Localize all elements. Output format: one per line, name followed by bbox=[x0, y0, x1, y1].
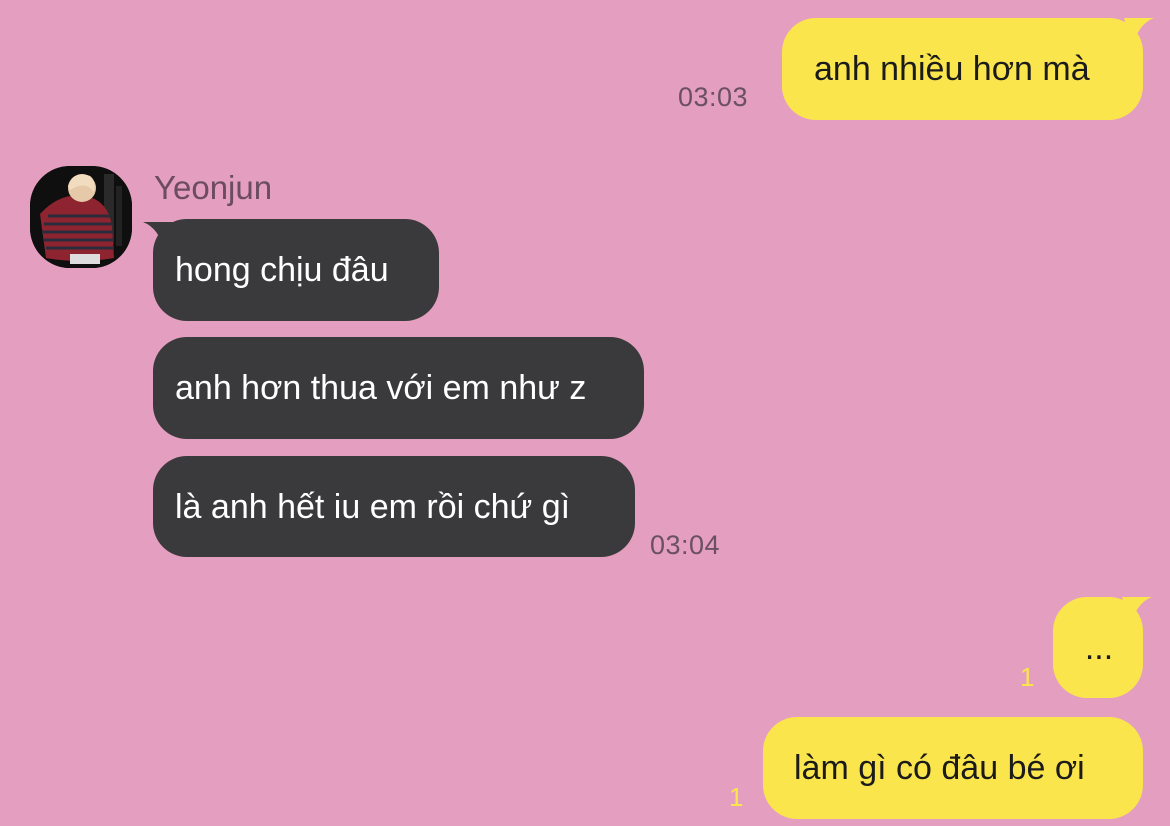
avatar-photo-icon bbox=[30, 166, 132, 268]
sender-name: Yeonjun bbox=[154, 169, 273, 206]
message-text: anh nhiều hơn mà bbox=[814, 50, 1090, 88]
chat-transcript[interactable]: anh nhiều hơn mà 03:03 Yeonjun hong chịu… bbox=[0, 0, 1170, 826]
their-message-bubble[interactable]: hong chịu đâu bbox=[153, 219, 439, 321]
message-timestamp: 03:03 bbox=[678, 82, 749, 112]
their-message-bubble[interactable]: là anh hết iu em rồi chứ gì bbox=[153, 456, 635, 557]
unread-count: 1 bbox=[729, 782, 744, 812]
message-text: là anh hết iu em rồi chứ gì bbox=[175, 487, 571, 526]
message-text: ... bbox=[1084, 628, 1114, 667]
message-text: làm gì có đâu bé ơi bbox=[794, 749, 1085, 787]
message-text: hong chịu đâu bbox=[175, 251, 389, 289]
contact-avatar[interactable] bbox=[30, 166, 132, 268]
their-message-bubble[interactable]: anh hơn thua với em như z bbox=[153, 337, 644, 439]
message-text: anh hơn thua với em như z bbox=[175, 369, 587, 407]
message-timestamp: 03:04 bbox=[650, 530, 721, 560]
my-message-bubble[interactable]: anh nhiều hơn mà bbox=[782, 18, 1143, 120]
my-message-bubble[interactable]: làm gì có đâu bé ơi bbox=[763, 717, 1143, 819]
bubble-tail bbox=[1122, 597, 1152, 627]
unread-count: 1 bbox=[1020, 662, 1035, 692]
bubble-tail bbox=[1124, 18, 1154, 48]
